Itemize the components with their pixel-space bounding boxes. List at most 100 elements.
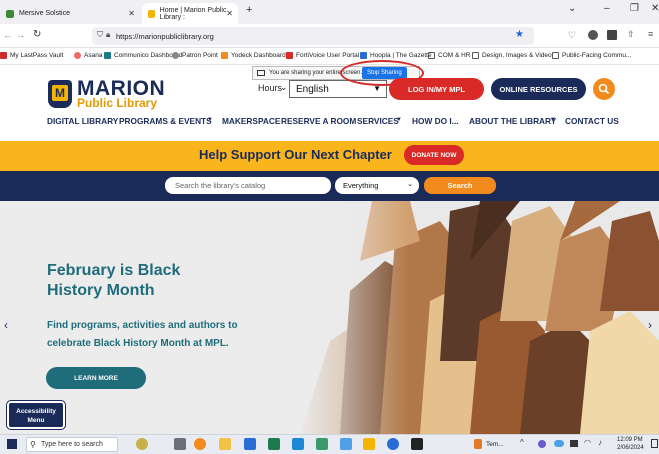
app-icon[interactable]	[363, 438, 375, 450]
nav-programs-events[interactable]: PROGRAMS & EVENTS	[119, 116, 212, 126]
account-icon[interactable]	[588, 30, 598, 40]
weather-icon[interactable]	[474, 439, 482, 449]
hours-menu[interactable]: Hours	[258, 83, 282, 93]
bookmarks-bar: My LastPass Vault Asana Communico Dashbo…	[0, 48, 659, 65]
carousel-prev-icon[interactable]: ‹	[4, 318, 8, 332]
weather-text[interactable]: Tem...	[486, 441, 504, 448]
learn-more-button[interactable]: LEARN MORE	[46, 367, 146, 389]
tab-label: Mersive Solstice	[19, 10, 70, 17]
minimize-icon[interactable]: –	[604, 3, 610, 14]
accessibility-menu-button[interactable]: Accessibility Menu	[6, 400, 66, 430]
app-icon[interactable]	[411, 438, 423, 450]
back-icon[interactable]: ←	[3, 30, 12, 40]
close-tab-icon[interactable]: ✕	[128, 9, 135, 18]
search-icon: ⚲	[30, 440, 36, 449]
app-icon[interactable]	[340, 438, 352, 450]
task-view-icon[interactable]	[174, 438, 186, 450]
pocket-icon[interactable]: ♡	[568, 30, 576, 41]
widgets-icon[interactable]	[136, 438, 148, 450]
address-bar-row: ← → ↻ ⛉ 🔒︎ https://marionpubliclibrary.o…	[0, 24, 659, 48]
excel-icon[interactable]	[268, 438, 280, 450]
reload-icon[interactable]: ↻	[33, 29, 41, 40]
onedrive-icon[interactable]	[554, 440, 564, 447]
bookmark-hoopla[interactable]: Hoopla | The Gazette	[360, 52, 432, 59]
edge-icon[interactable]	[292, 438, 304, 450]
folder-icon	[428, 52, 435, 59]
asana-icon	[74, 52, 81, 59]
login-button[interactable]: LOG IN/MY MPL	[389, 78, 484, 100]
taskbar-search-input[interactable]: ⚲ Type here to search	[26, 437, 118, 452]
battery-icon[interactable]	[570, 440, 578, 447]
bookmark-yodeck[interactable]: Yodeck Dashboard	[221, 52, 286, 59]
new-tab-icon[interactable]: +	[246, 4, 252, 16]
chevron-down-icon[interactable]: ⌄	[280, 82, 288, 93]
bookmark-star-icon[interactable]: ★	[515, 29, 524, 40]
chevron-down-icon[interactable]: ▼	[550, 117, 556, 123]
taskbar-time[interactable]: 12:09 PM	[617, 437, 643, 443]
tab-list-chevron-icon[interactable]: ⌄	[568, 3, 576, 14]
share-icon[interactable]: ⇧	[627, 29, 635, 40]
bookmark-asana[interactable]: Asana	[74, 52, 102, 59]
shield-icon[interactable]: ⛉	[97, 30, 103, 40]
chevron-down-icon: ⌄	[407, 181, 413, 188]
url-field[interactable]: ⛉ 🔒︎ https://marionpubliclibrary.org ★	[92, 27, 534, 45]
tab-marion-library[interactable]: Home | Marion Public Library : ✕	[142, 3, 238, 24]
outlook-icon[interactable]	[244, 438, 256, 450]
menu-icon[interactable]: ≡	[648, 29, 653, 39]
bookmark-communico[interactable]: Communico Dashboard	[104, 52, 182, 59]
donate-button[interactable]: DONATE NOW	[404, 145, 464, 165]
forward-icon[interactable]: →	[16, 30, 25, 40]
nav-digital-library[interactable]: DIGITAL LIBRARY	[47, 116, 118, 126]
close-window-icon[interactable]: ✕	[651, 3, 659, 14]
online-resources-button[interactable]: ONLINE RESOURCES	[491, 78, 586, 100]
nav-reserve-room[interactable]: RESERVE A ROOM	[281, 116, 356, 126]
bookmark-fortivoice[interactable]: FortiVoice User Portal	[286, 52, 359, 59]
windows-start-icon[interactable]	[7, 439, 17, 449]
site-search-button[interactable]	[593, 78, 615, 100]
tab-mersive-solstice[interactable]: Mersive Solstice ✕	[0, 3, 140, 24]
notification-icon[interactable]	[651, 439, 658, 448]
network-icon[interactable]: ◠	[584, 438, 591, 447]
firefox-icon[interactable]	[194, 438, 206, 450]
search-icon	[598, 83, 610, 95]
taskbar-date[interactable]: 2/06/2024	[617, 445, 644, 451]
hero-title-line1: February is Black	[47, 262, 181, 279]
carousel-next-icon[interactable]: ›	[648, 318, 652, 332]
yodeck-icon	[221, 52, 228, 59]
globe-icon	[172, 52, 179, 59]
app-icon[interactable]	[387, 438, 399, 450]
catalog-search-button[interactable]: Search	[424, 177, 496, 194]
library-favicon-icon	[148, 9, 155, 18]
chevron-down-icon[interactable]: ▼	[396, 117, 402, 123]
nav-contact-us[interactable]: CONTACT US	[565, 116, 619, 126]
bookmark-patron-point[interactable]: Patron Point	[172, 52, 218, 59]
close-tab-icon[interactable]: ✕	[226, 9, 233, 18]
tray-app-icon[interactable]	[538, 440, 546, 448]
lock-icon[interactable]: 🔒︎	[106, 30, 110, 40]
lastpass-icon	[0, 52, 7, 59]
hoopla-icon	[360, 52, 367, 59]
nav-makerspace[interactable]: MAKERSPACE	[222, 116, 280, 126]
hero-body-line2: celebrate Black History Month at MPL.	[47, 338, 229, 349]
logo-subtitle[interactable]: Public Library	[77, 96, 157, 110]
bookmark-folder-design[interactable]: Design, Images & Video	[472, 52, 552, 59]
extensions-icon[interactable]	[607, 30, 617, 40]
solstice-favicon-icon	[6, 9, 14, 18]
chevron-down-icon[interactable]: ▼	[207, 117, 213, 123]
restore-icon[interactable]: ❐	[630, 3, 639, 14]
library-logo-icon[interactable]: M	[48, 80, 72, 108]
chevron-up-icon[interactable]: ^	[520, 438, 524, 447]
catalog-scope-select[interactable]: Everything ⌄	[335, 177, 419, 194]
teams-icon[interactable]	[316, 438, 328, 450]
nav-about-library[interactable]: ABOUT THE LIBRARY	[469, 116, 556, 126]
bookmark-lastpass[interactable]: My LastPass Vault	[0, 52, 63, 59]
file-explorer-icon[interactable]	[219, 438, 231, 450]
bookmark-folder-com-hr[interactable]: COM & HR	[428, 52, 471, 59]
bookmark-folder-public-facing[interactable]: Public-Facing Commu...	[552, 52, 631, 59]
nav-how-do-i[interactable]: HOW DO I...	[412, 116, 459, 126]
url-text: https://marionpubliclibrary.org	[116, 31, 214, 41]
catalog-search-input[interactable]: Search the library's catalog	[165, 177, 331, 194]
volume-icon[interactable]: ♪	[598, 438, 602, 447]
nav-services[interactable]: SERVICES	[357, 116, 399, 126]
catalog-scope-value: Everything	[343, 181, 379, 190]
